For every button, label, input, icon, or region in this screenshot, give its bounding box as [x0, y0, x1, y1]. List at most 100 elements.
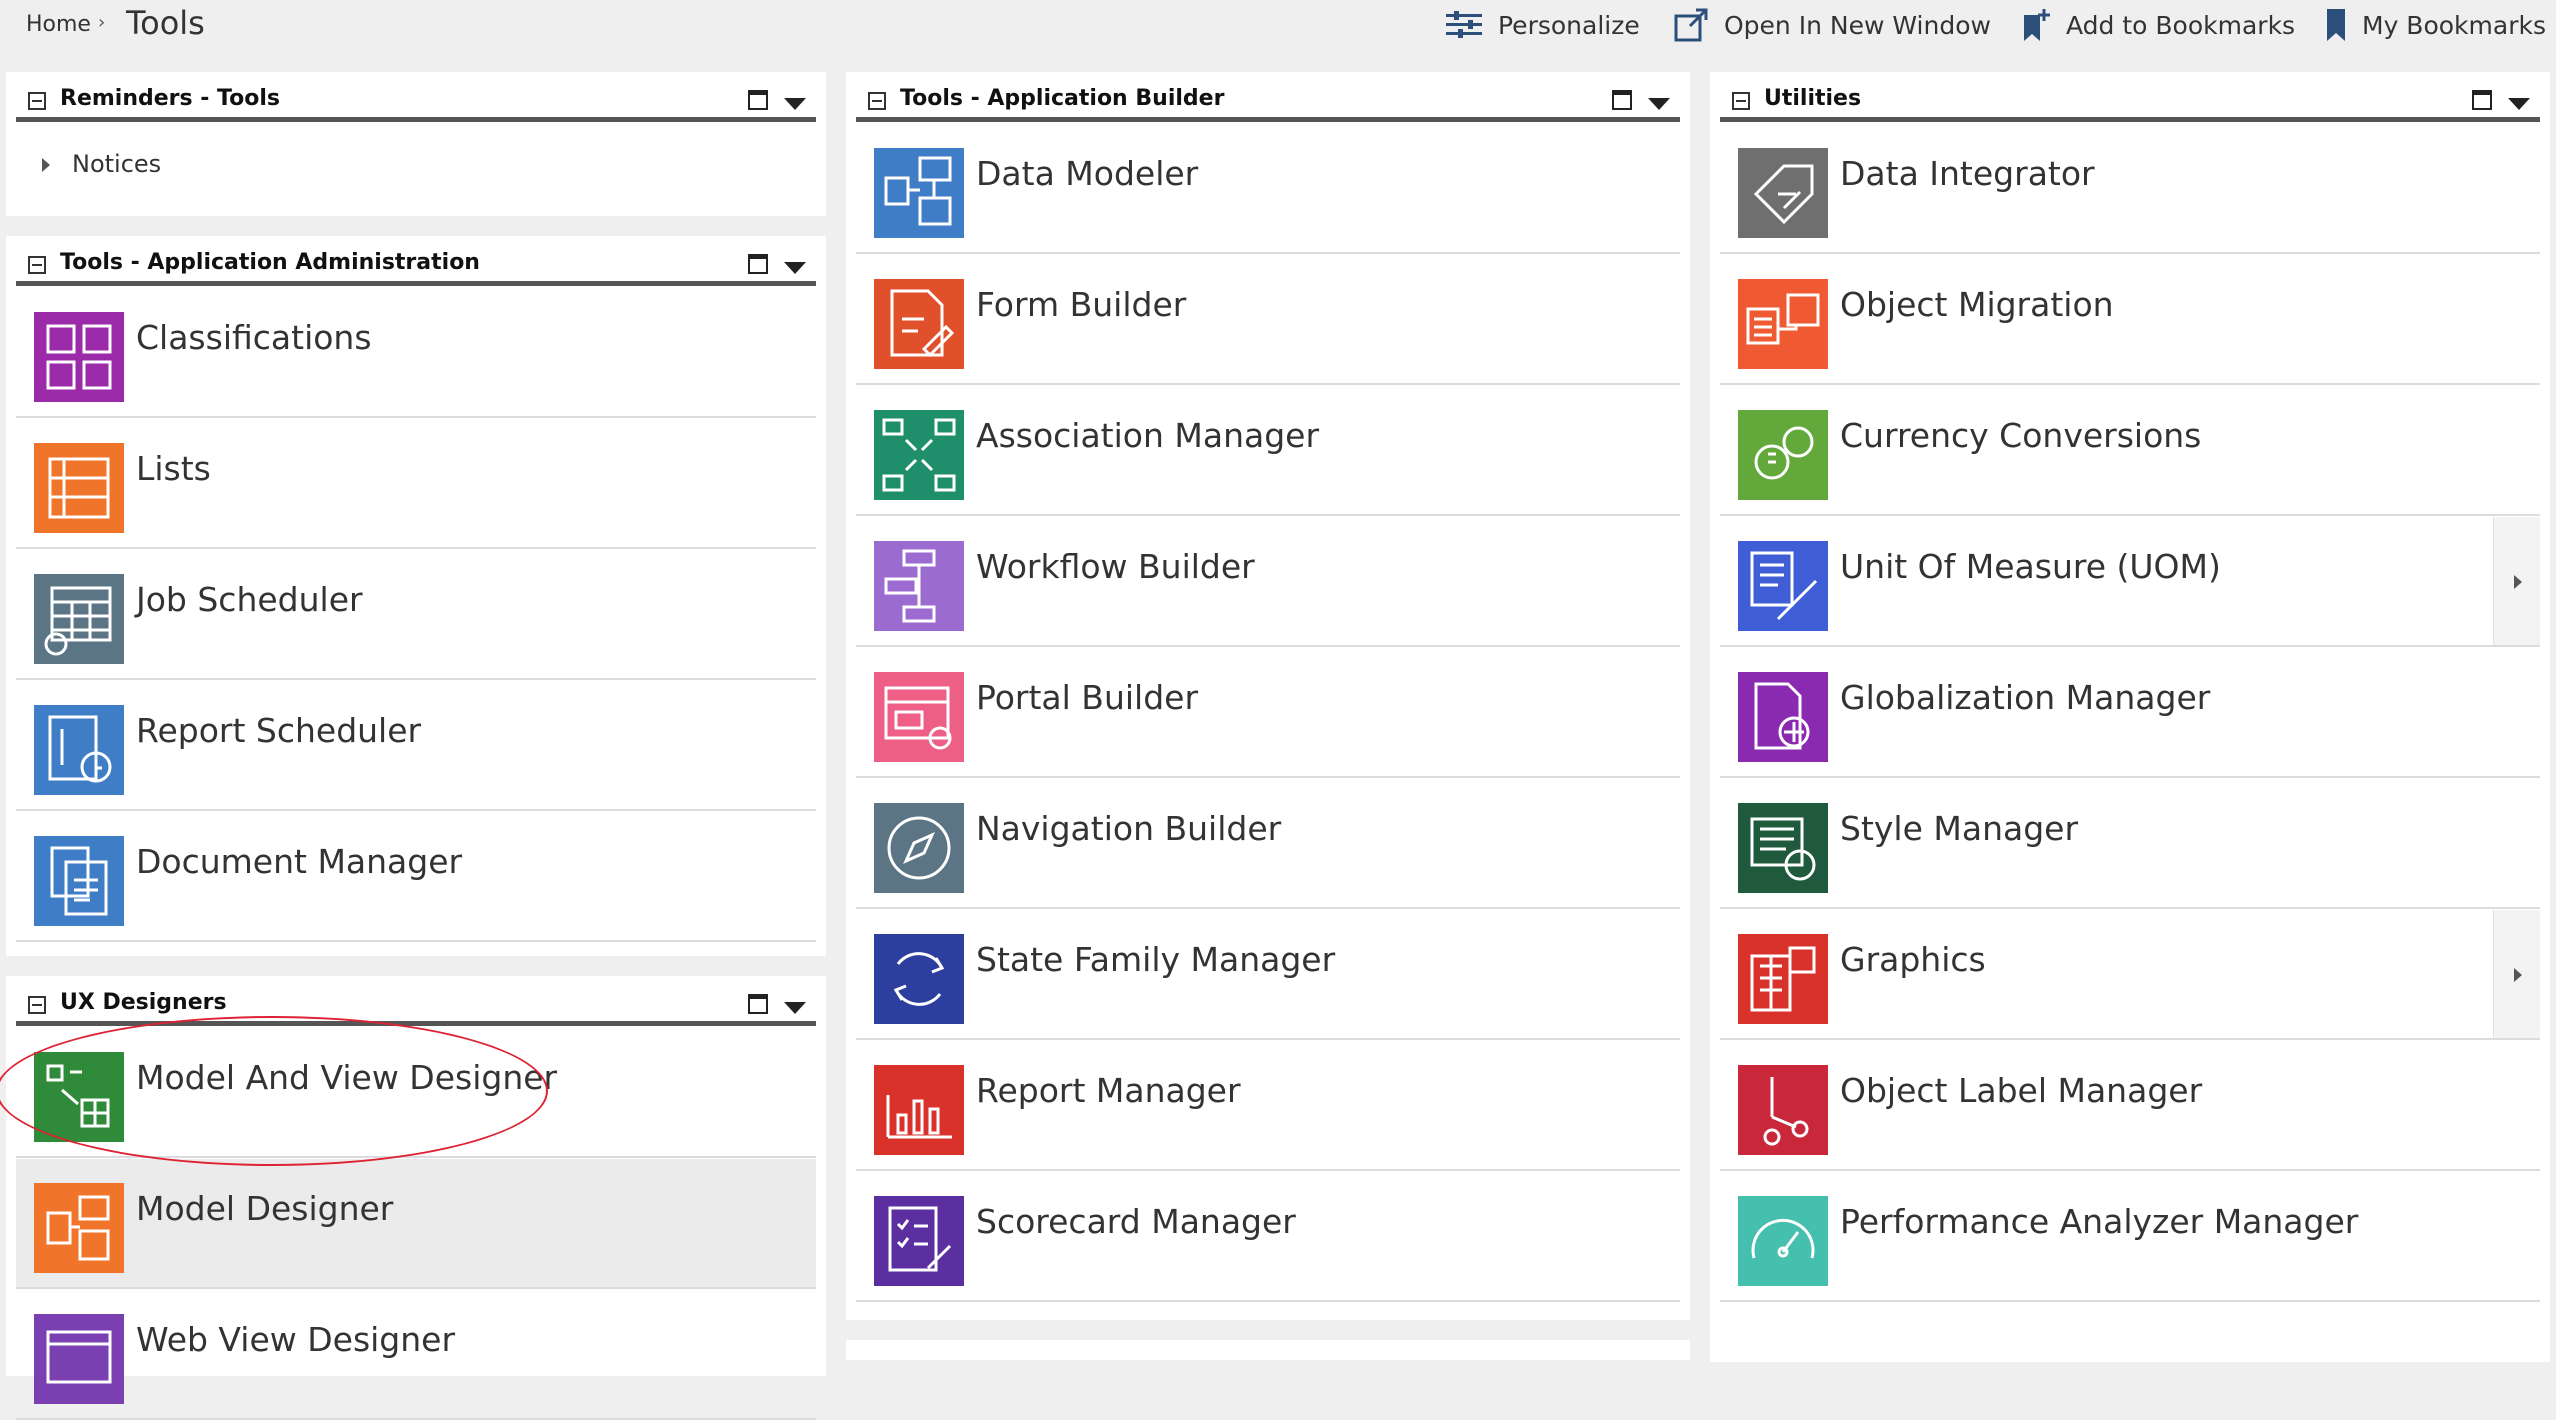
portal-builder-icon	[874, 672, 964, 762]
workflow-builder-icon	[874, 541, 964, 631]
expand-right-arrow-icon[interactable]	[2493, 910, 2540, 1038]
item-label: Document Manager	[136, 842, 463, 881]
portlet-application-builder: Tools - Application Builder Data Modeler…	[846, 72, 1690, 1320]
graphics-link[interactable]: Graphics	[1720, 910, 2540, 1040]
graphics-icon	[1738, 934, 1828, 1024]
item-label: Object Migration	[1840, 285, 2114, 324]
portlet-header: Utilities	[1720, 72, 2540, 122]
form-builder-link[interactable]: Form Builder	[856, 255, 1680, 385]
item-label: Model Designer	[136, 1189, 394, 1228]
dropdown-arrow-icon[interactable]	[784, 98, 806, 110]
collapse-icon[interactable]	[868, 92, 886, 110]
item-label: Data Modeler	[976, 154, 1199, 193]
dropdown-arrow-icon[interactable]	[784, 1002, 806, 1014]
personalize-button[interactable]: Personalize	[1444, 8, 1640, 42]
data-integrator-icon	[1738, 148, 1828, 238]
model-view-designer-link[interactable]: Model And View Designer	[16, 1028, 816, 1158]
bookmark-icon	[2327, 9, 2345, 41]
top-bar: Home › Tools Personalize Open In New Win…	[0, 0, 2556, 52]
unit-of-measure-link[interactable]: Unit Of Measure (UOM)	[1720, 517, 2540, 647]
style-manager-icon	[1738, 803, 1828, 893]
globalization-manager-link[interactable]: Globalization Manager	[1720, 648, 2540, 778]
classifications-icon	[34, 312, 124, 402]
collapse-icon[interactable]	[28, 92, 46, 110]
portal-builder-link[interactable]: Portal Builder	[856, 648, 1680, 778]
dropdown-arrow-icon[interactable]	[1648, 98, 1670, 110]
breadcrumb-separator: ›	[98, 12, 106, 33]
report-manager-link[interactable]: Report Manager	[856, 1041, 1680, 1171]
style-manager-link[interactable]: Style Manager	[1720, 779, 2540, 909]
navigation-builder-link[interactable]: Navigation Builder	[856, 779, 1680, 909]
item-label: State Family Manager	[976, 940, 1336, 979]
portlet-app-administration: Tools - Application Administration Class…	[6, 236, 826, 956]
job-scheduler-link[interactable]: Job Scheduler	[16, 550, 816, 680]
item-label: Performance Analyzer Manager	[1840, 1202, 2359, 1241]
item-label: Object Label Manager	[1840, 1071, 2203, 1110]
portlet-title: UX Designers	[60, 990, 227, 1015]
portlet-title: Utilities	[1764, 86, 1862, 111]
portlet-title: Reminders - Tools	[60, 86, 280, 111]
item-label: Graphics	[1840, 940, 1986, 979]
unit-of-measure-icon	[1738, 541, 1828, 631]
dropdown-arrow-icon[interactable]	[2508, 98, 2530, 110]
maximize-icon[interactable]	[748, 90, 768, 110]
state-family-manager-icon	[874, 934, 964, 1024]
globalization-manager-icon	[1738, 672, 1828, 762]
portlet-ux-designers: UX Designers Model And View Designer Mode…	[6, 976, 826, 1420]
notices-link[interactable]: Notices	[72, 150, 161, 178]
model-designer-link[interactable]: Model Designer	[16, 1159, 816, 1289]
item-label: Style Manager	[1840, 809, 2079, 848]
item-label: Report Manager	[976, 1071, 1241, 1110]
my-bookmarks-button[interactable]: My Bookmarks	[2324, 8, 2546, 42]
object-label-manager-link[interactable]: Object Label Manager	[1720, 1041, 2540, 1171]
web-view-designer-icon	[34, 1314, 124, 1404]
item-label: Data Integrator	[1840, 154, 2095, 193]
data-modeler-link[interactable]: Data Modeler	[856, 124, 1680, 254]
maximize-icon[interactable]	[748, 254, 768, 274]
collapse-icon[interactable]	[1732, 92, 1750, 110]
currency-conversions-link[interactable]: Currency Conversions	[1720, 386, 2540, 516]
add-bookmarks-button[interactable]: Add to Bookmarks	[2016, 8, 2295, 42]
item-label: Unit Of Measure (UOM)	[1840, 547, 2221, 586]
item-label: Classifications	[136, 318, 372, 357]
scorecard-manager-link[interactable]: Scorecard Manager	[856, 1172, 1680, 1302]
navigation-builder-icon	[874, 803, 964, 893]
portlet-header: UX Designers	[16, 976, 816, 1026]
maximize-icon[interactable]	[748, 994, 768, 1014]
item-label: Scorecard Manager	[976, 1202, 1296, 1241]
workflow-builder-link[interactable]: Workflow Builder	[856, 517, 1680, 647]
expand-caret-icon[interactable]	[42, 158, 50, 172]
item-label: Portal Builder	[976, 678, 1199, 717]
object-label-manager-icon	[1738, 1065, 1828, 1155]
maximize-icon[interactable]	[2472, 90, 2492, 110]
dropdown-arrow-icon[interactable]	[784, 262, 806, 274]
classifications-link[interactable]: Classifications	[16, 288, 816, 418]
lists-icon	[34, 443, 124, 533]
maximize-icon[interactable]	[1612, 90, 1632, 110]
data-integrator-link[interactable]: Data Integrator	[1720, 124, 2540, 254]
lists-link[interactable]: Lists	[16, 419, 816, 549]
performance-analyzer-link[interactable]: Performance Analyzer Manager	[1720, 1172, 2540, 1302]
personalize-icon	[1446, 11, 1482, 38]
breadcrumb-home[interactable]: Home	[26, 12, 91, 37]
portlet-next	[846, 1340, 1690, 1360]
object-migration-link[interactable]: Object Migration	[1720, 255, 2540, 385]
add-bookmarks-label: Add to Bookmarks	[2066, 10, 2296, 40]
external-window-icon	[1674, 8, 1708, 42]
data-modeler-icon	[874, 148, 964, 238]
state-family-manager-link[interactable]: State Family Manager	[856, 910, 1680, 1040]
page-title: Tools	[126, 4, 205, 42]
bookmark-add-icon	[2024, 9, 2050, 41]
job-scheduler-icon	[34, 574, 124, 664]
expand-right-arrow-icon[interactable]	[2493, 517, 2540, 645]
open-new-window-button[interactable]: Open In New Window	[1674, 8, 1991, 42]
performance-analyzer-icon	[1738, 1196, 1828, 1286]
document-manager-link[interactable]: Document Manager	[16, 812, 816, 942]
web-view-designer-link[interactable]: Web View Designer	[16, 1290, 816, 1420]
collapse-icon[interactable]	[28, 256, 46, 274]
collapse-icon[interactable]	[28, 996, 46, 1014]
item-label: Globalization Manager	[1840, 678, 2211, 717]
report-scheduler-link[interactable]: Report Scheduler	[16, 681, 816, 811]
object-migration-icon	[1738, 279, 1828, 369]
association-manager-link[interactable]: Association Manager	[856, 386, 1680, 516]
